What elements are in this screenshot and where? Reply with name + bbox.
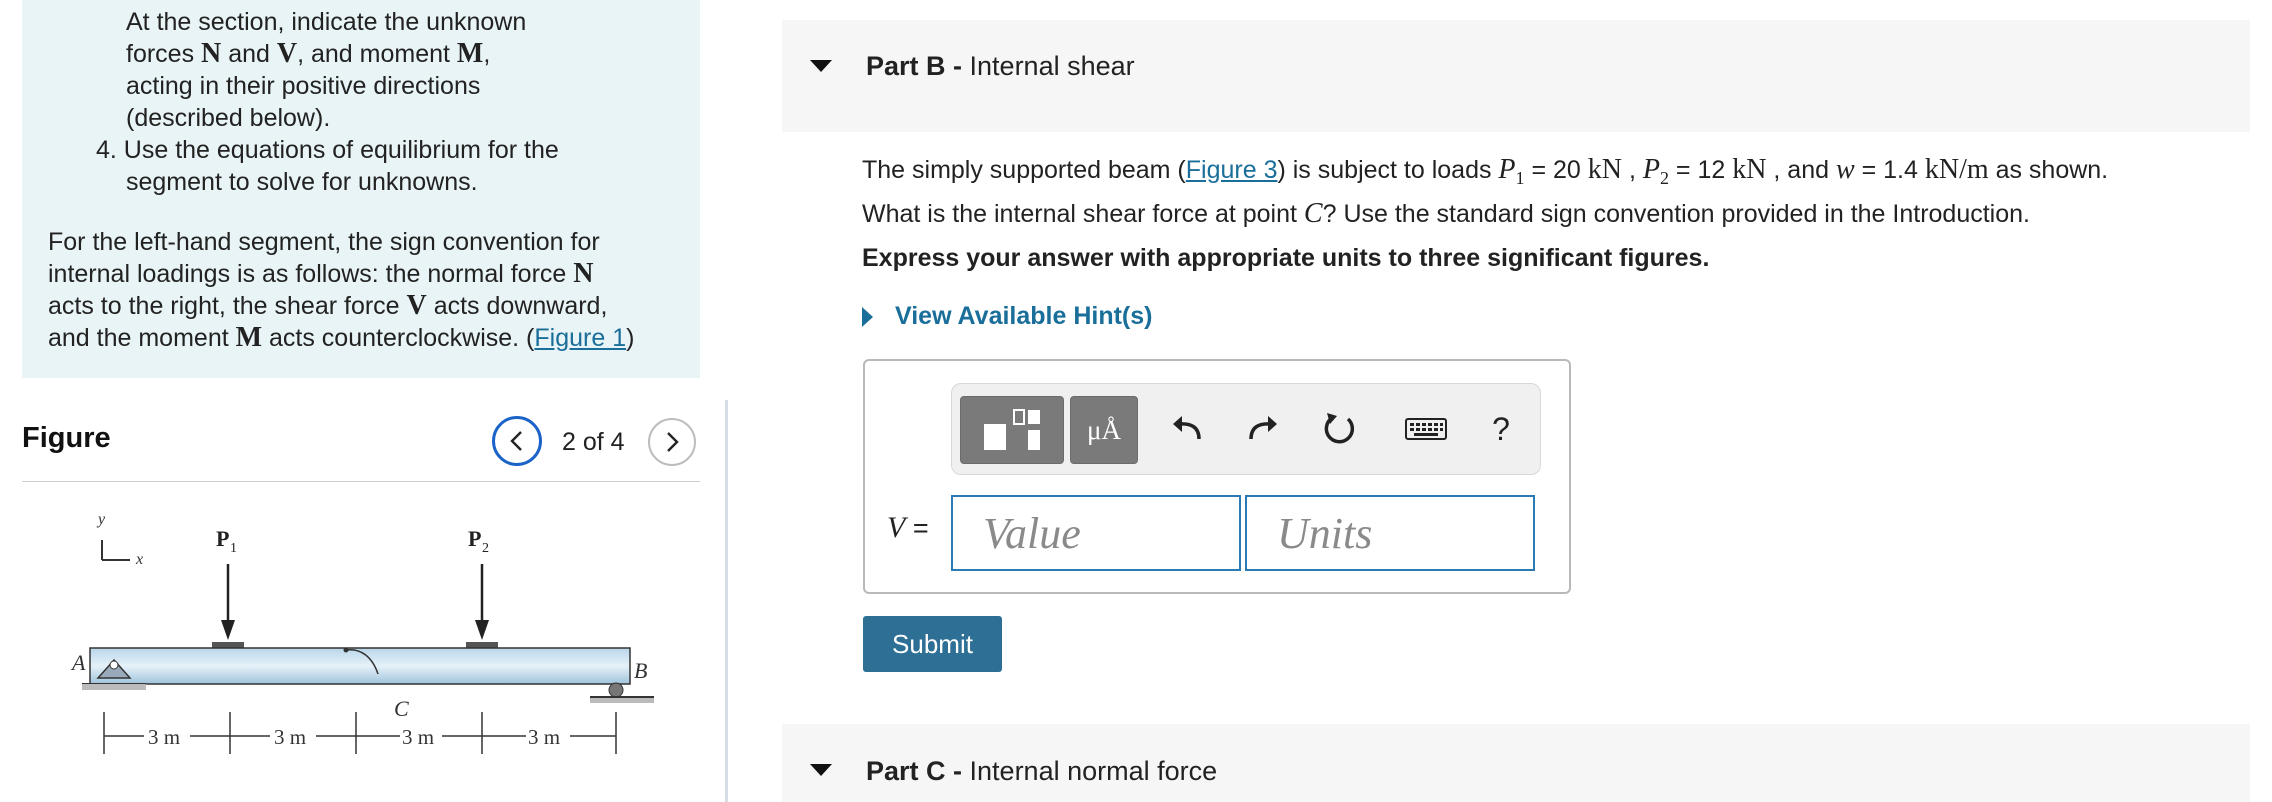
dimension-label: 3 m [274, 725, 306, 749]
step-3-line: At the section, indicate the unknown [126, 8, 527, 36]
value-input[interactable] [951, 495, 1241, 571]
shear-force-symbol: V [276, 38, 298, 69]
undo-button[interactable] [1164, 406, 1210, 452]
normal-force-symbol: N [201, 38, 222, 69]
reset-button[interactable] [1316, 406, 1362, 452]
p1-bearing-plate [212, 642, 244, 648]
part-c-title: Part C - Internal normal force [866, 756, 1218, 786]
figure-header: Figure 2 of 4 [22, 416, 700, 482]
support-b-label: B [634, 658, 647, 683]
step-3-line: forces N and V, and moment M, [126, 38, 491, 69]
keyboard-button[interactable] [1398, 406, 1454, 452]
chevron-right-icon [667, 432, 679, 452]
view-hints-toggle[interactable]: View Available Hint(s) [862, 302, 1152, 331]
dimension-label: 3 m [148, 725, 180, 749]
introduction-text: At the section, indicate the unknown for… [48, 6, 688, 354]
part-b-question: The simply supported beam (Figure 3) is … [862, 154, 2109, 229]
p1-subscript: 1 [230, 541, 237, 556]
help-button[interactable]: ? [1478, 406, 1524, 452]
axes-icon: y x [96, 511, 143, 568]
y-axis-label: y [96, 511, 106, 528]
previous-figure-button[interactable] [492, 416, 542, 466]
p2-label: P [468, 526, 481, 551]
column-divider [725, 400, 728, 802]
submit-button[interactable]: Submit [863, 616, 1002, 672]
part-c-header[interactable]: Part C - Internal normal force [782, 724, 2250, 802]
figure-1-link[interactable]: Figure 1 [534, 324, 626, 352]
caret-down-icon [810, 764, 832, 776]
templates-button[interactable] [960, 396, 1064, 464]
figure-counter: 2 of 4 [562, 428, 625, 456]
answer-instruction: Express your answer with appropriate uni… [862, 244, 1710, 272]
roller-support-b [590, 682, 654, 703]
p2-arrowhead [475, 620, 489, 640]
left-panel: At the section, indicate the unknown for… [0, 0, 726, 802]
keyboard-icon [1405, 418, 1447, 440]
units-input[interactable] [1245, 495, 1535, 571]
part-b-title: Part B - Internal shear [866, 51, 1135, 81]
step-4-line: segment to solve for unknowns. [126, 168, 478, 196]
figure-3-link[interactable]: Figure 3 [1186, 156, 1278, 184]
beam [89, 647, 631, 685]
beam-figure: y x P 1 P 2 A B C 3 m 3 m 3 m 3 m [70, 511, 654, 754]
step-3-line: acting in their positive directions [126, 72, 481, 100]
templates-icon [984, 409, 1040, 450]
next-figure-button[interactable] [648, 418, 696, 466]
variable-label: V = [887, 511, 929, 544]
x-axis-label: x [135, 551, 143, 568]
dimension-label: 3 m [528, 725, 560, 749]
sign-convention-paragraph: For the left-hand segment, the sign conv… [48, 228, 635, 353]
step-3-line: (described below). [126, 104, 331, 132]
p1-arrowhead [221, 620, 235, 640]
undo-icon [1173, 416, 1201, 440]
step-4-line: 4. Use the equations of equilibrium for … [96, 136, 559, 164]
reset-icon [1324, 413, 1355, 444]
units-button[interactable]: μÅ [1070, 396, 1138, 464]
point-c-label: C [394, 696, 409, 721]
answer-box: μÅ ? V = [863, 359, 1571, 594]
p2-bearing-plate [466, 642, 498, 648]
p2-subscript: 2 [482, 541, 489, 556]
chevron-left-icon [510, 431, 522, 451]
figure-title: Figure [22, 422, 111, 454]
caret-right-icon [862, 306, 873, 327]
p1-label: P [216, 526, 229, 551]
part-b-header[interactable]: Part B - Internal shear [782, 20, 2250, 132]
support-a-label: A [70, 650, 86, 675]
moment-symbol: M [456, 38, 484, 69]
caret-down-icon [810, 60, 832, 72]
redo-icon [1249, 416, 1277, 440]
math-toolbar: μÅ ? [951, 383, 1541, 475]
dimension-label: 3 m [402, 725, 434, 749]
redo-button[interactable] [1240, 406, 1286, 452]
